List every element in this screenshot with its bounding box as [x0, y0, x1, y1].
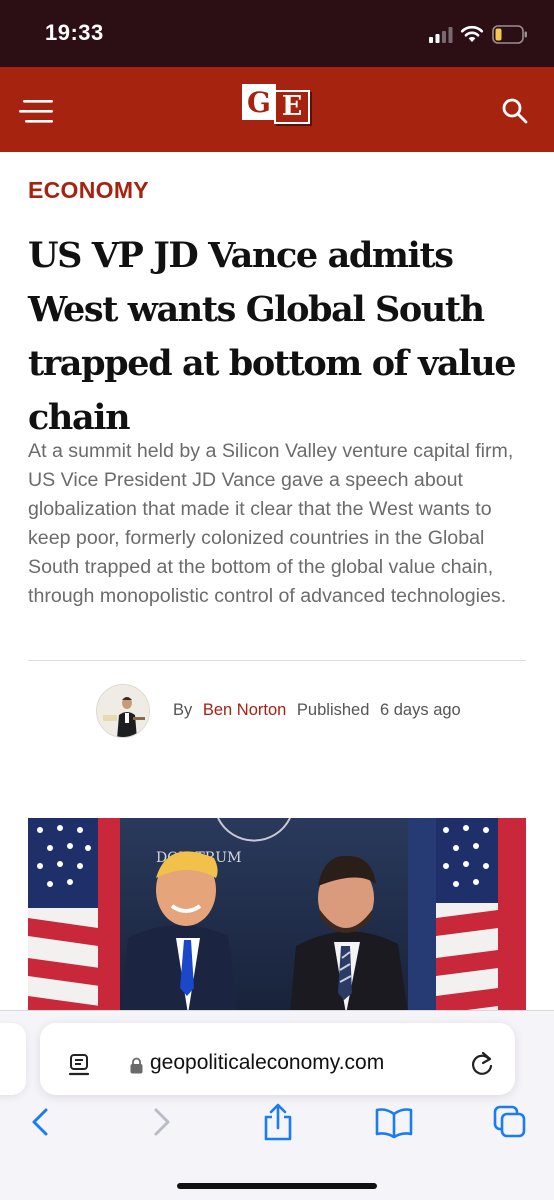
- featured-image[interactable]: DON TRUM: [28, 818, 526, 1014]
- url-text: geopoliticaleconomy.com: [150, 1051, 385, 1074]
- site-header: G E: [0, 67, 554, 152]
- headline-line: trapped at bottom of value: [28, 343, 517, 384]
- author-avatar[interactable]: [96, 684, 150, 738]
- category-link[interactable]: ECONOMY: [28, 177, 149, 204]
- lock-icon: [130, 1057, 143, 1074]
- reader-icon[interactable]: [68, 1053, 90, 1077]
- bookmarks-icon[interactable]: [374, 1102, 414, 1142]
- previous-tab-preview[interactable]: [0, 1023, 26, 1095]
- battery-icon: [492, 25, 527, 44]
- signal-icon: [429, 27, 453, 43]
- screen: 19:33 G E ECONOMY US VP JD Vance admits …: [0, 0, 554, 1200]
- share-icon[interactable]: [258, 1102, 298, 1142]
- article-headline: US VP JD Vance admits West wants Global …: [28, 229, 528, 445]
- article-summary: At a summit held by a Silicon Valley ven…: [28, 440, 514, 607]
- byline-text: By Ben Norton Published 6 days ago: [173, 701, 467, 720]
- status-bar: 19:33: [0, 0, 554, 67]
- logo-letter-e: E: [274, 90, 310, 124]
- by-label: By: [173, 701, 193, 719]
- headline-line: US VP JD Vance admits: [28, 235, 454, 276]
- avatar-photo-icon: [97, 685, 149, 737]
- byline: By Ben Norton Published 6 days ago: [96, 684, 526, 738]
- home-indicator: [177, 1183, 377, 1189]
- menu-icon[interactable]: [19, 98, 57, 124]
- wifi-icon: [460, 25, 484, 42]
- published-time: 6 days ago: [380, 701, 461, 719]
- back-icon[interactable]: [22, 1102, 62, 1142]
- divider: [28, 660, 526, 661]
- published-label: Published: [296, 701, 370, 719]
- site-logo[interactable]: G E: [242, 84, 312, 124]
- search-icon[interactable]: [501, 97, 529, 125]
- tabs-icon[interactable]: [490, 1102, 530, 1142]
- address-bar[interactable]: geopoliticaleconomy.com: [40, 1023, 515, 1095]
- status-time: 19:33: [45, 20, 104, 45]
- author-link[interactable]: Ben Norton: [203, 701, 286, 719]
- reload-icon[interactable]: [470, 1051, 494, 1077]
- photo-two-men-flags-icon: DON TRUM: [28, 818, 526, 1014]
- logo-letter-g: G: [242, 84, 276, 120]
- headline-line: West wants Global South: [28, 289, 485, 330]
- forward-icon[interactable]: [142, 1102, 182, 1142]
